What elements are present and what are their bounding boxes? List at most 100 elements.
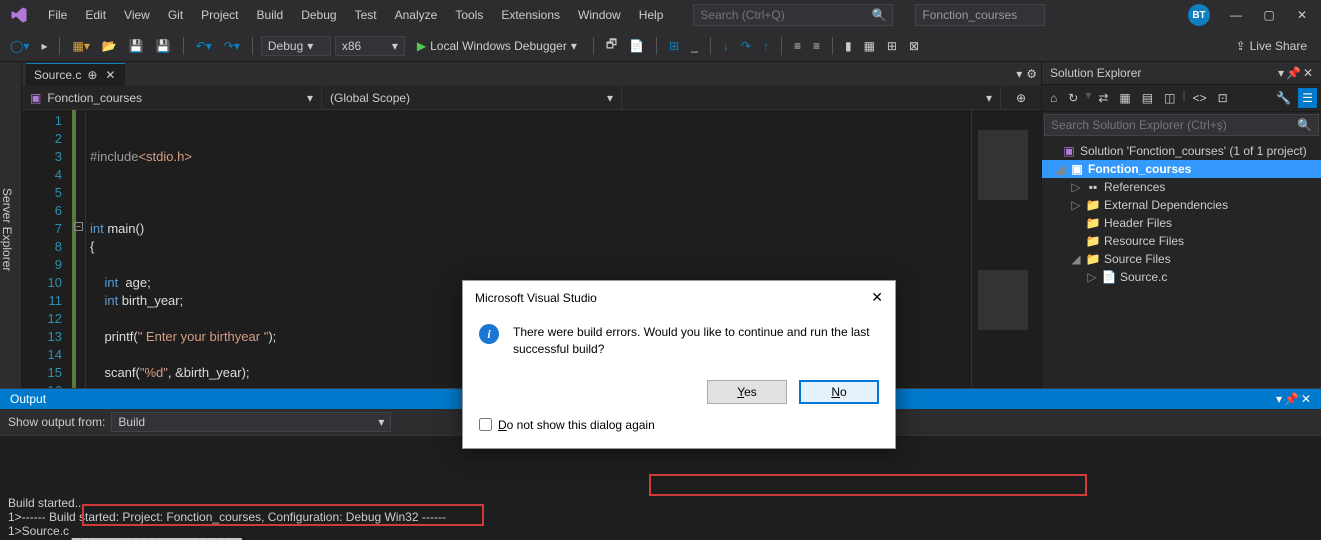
- panel-pin-button[interactable]: 📌: [1286, 66, 1301, 80]
- tb-icon-c[interactable]: ▮: [841, 36, 856, 56]
- solution-search[interactable]: 🔍: [1044, 114, 1319, 136]
- tree-resource-files[interactable]: 📁 Resource Files: [1042, 232, 1321, 250]
- folder-icon: 📁: [1086, 252, 1100, 266]
- close-tab-button[interactable]: ✕: [103, 68, 117, 82]
- dialog-yes-button[interactable]: Yes: [707, 380, 787, 404]
- output-text[interactable]: Build started...1>------ Build started: …: [0, 436, 1321, 540]
- menu-tools[interactable]: Tools: [447, 4, 491, 26]
- live-share-button[interactable]: ⇪ Live Share: [1228, 36, 1315, 56]
- pin-icon[interactable]: ⊕: [87, 68, 97, 82]
- project-icon: ▣: [30, 91, 41, 105]
- menu-extensions[interactable]: Extensions: [493, 4, 568, 26]
- server-explorer-tab[interactable]: Server Explorer: [0, 62, 22, 388]
- expand-icon[interactable]: ▷: [1086, 270, 1098, 284]
- tree-references[interactable]: ▷▪▪ References: [1042, 178, 1321, 196]
- panel-menu-button[interactable]: ▾: [1278, 66, 1284, 80]
- tb-icon-e[interactable]: ⊞: [883, 36, 901, 56]
- dialog-close-button[interactable]: ✕: [871, 289, 883, 306]
- expand-icon[interactable]: ◢: [1054, 162, 1066, 176]
- sol-tb-d[interactable]: <>: [1189, 88, 1211, 108]
- user-avatar[interactable]: BT: [1188, 4, 1210, 26]
- start-debug-button[interactable]: ▶ Local Windows Debugger ▾: [409, 36, 585, 56]
- tb-icon-f[interactable]: ⊠: [905, 36, 923, 56]
- sol-tb-c[interactable]: ◫: [1160, 88, 1179, 108]
- menu-project[interactable]: Project: [193, 4, 246, 26]
- menu-git[interactable]: Git: [160, 4, 191, 26]
- tb-icon-a[interactable]: ≡: [790, 36, 805, 56]
- file-tab-source-c[interactable]: Source.c ⊕ ✕: [26, 63, 125, 86]
- solution-name-box[interactable]: Fonction_courses: [915, 4, 1045, 26]
- undo-button[interactable]: ↶▾: [192, 36, 216, 56]
- tree-solution-root[interactable]: ▣ Solution 'Fonction_courses' (1 of 1 pr…: [1042, 142, 1321, 160]
- sol-tb-e[interactable]: ⊡: [1214, 88, 1232, 108]
- output-close-button[interactable]: ✕: [1301, 392, 1311, 406]
- output-source-dropdown[interactable]: Build▾: [111, 412, 391, 432]
- sol-tb-b[interactable]: ▤: [1138, 88, 1157, 108]
- tb-icon-1[interactable]: 🗗: [602, 32, 621, 59]
- info-icon: i: [479, 324, 499, 344]
- step-into-button[interactable]: ↓: [719, 36, 733, 56]
- new-project-button[interactable]: ▦▾: [68, 36, 93, 56]
- dialog-no-button[interactable]: No: [799, 380, 879, 404]
- open-file-button[interactable]: 📂: [98, 36, 121, 56]
- split-view-button[interactable]: ⊕: [1016, 91, 1026, 105]
- search-icon: 🔍: [1297, 118, 1312, 132]
- config-dropdown[interactable]: Debug▾: [261, 36, 331, 56]
- step-over-button[interactable]: ↷: [737, 36, 755, 56]
- sol-tb-a[interactable]: ▦: [1115, 88, 1134, 108]
- tree-source-files[interactable]: ◢📁 Source Files: [1042, 250, 1321, 268]
- maximize-button[interactable]: ▢: [1260, 6, 1278, 24]
- tb-icon-4[interactable]: _: [687, 36, 702, 56]
- menu-analyze[interactable]: Analyze: [387, 4, 446, 26]
- expand-icon[interactable]: ◢: [1070, 252, 1082, 266]
- save-all-button[interactable]: 💾: [152, 36, 175, 56]
- output-menu-button[interactable]: ▾: [1276, 392, 1282, 406]
- tree-ext-deps[interactable]: ▷📁 External Dependencies: [1042, 196, 1321, 214]
- solution-explorer: Solution Explorer ▾ 📌 ✕ ⌂ ↻ ▾ ⇄ ▦ ▤ ◫ | …: [1041, 62, 1321, 388]
- global-search-input[interactable]: [700, 8, 871, 22]
- minimap[interactable]: [971, 110, 1041, 388]
- tb-icon-b[interactable]: ≡: [809, 36, 824, 56]
- context-scope-dropdown[interactable]: (Global Scope) ▾: [322, 86, 622, 109]
- tree-header-files[interactable]: 📁 Header Files: [1042, 214, 1321, 232]
- sol-sync-button[interactable]: ⇄: [1094, 88, 1112, 108]
- menu-view[interactable]: View: [116, 4, 158, 26]
- save-button[interactable]: 💾: [125, 36, 148, 56]
- context-member-dropdown[interactable]: ▾: [622, 86, 1001, 109]
- minimize-button[interactable]: —: [1227, 6, 1245, 24]
- context-project-dropdown[interactable]: ▣ Fonction_courses ▾: [22, 86, 322, 109]
- sol-home-button[interactable]: ⌂: [1046, 88, 1061, 108]
- nav-back-button[interactable]: ◯▾: [6, 36, 33, 56]
- sol-properties-button[interactable]: 🔧: [1272, 88, 1295, 108]
- expand-icon[interactable]: ▷: [1070, 198, 1082, 212]
- solution-search-input[interactable]: [1051, 118, 1297, 132]
- fold-button[interactable]: −: [74, 222, 83, 231]
- step-out-button[interactable]: ↑: [759, 36, 773, 56]
- close-window-button[interactable]: ✕: [1293, 6, 1311, 24]
- sol-refresh-button[interactable]: ↻: [1064, 88, 1082, 108]
- menu-debug[interactable]: Debug: [293, 4, 344, 26]
- expand-icon[interactable]: ▷: [1070, 180, 1082, 194]
- menu-window[interactable]: Window: [570, 4, 629, 26]
- global-search[interactable]: 🔍: [693, 4, 893, 26]
- menu-help[interactable]: Help: [631, 4, 672, 26]
- dont-show-checkbox[interactable]: [479, 418, 492, 431]
- redo-button[interactable]: ↷▾: [220, 36, 244, 56]
- tb-icon-2[interactable]: 📄: [625, 36, 648, 56]
- menu-test[interactable]: Test: [347, 4, 385, 26]
- platform-dropdown[interactable]: x86▾: [335, 36, 405, 56]
- tree-project[interactable]: ◢▣ Fonction_courses: [1042, 160, 1321, 178]
- menu-build[interactable]: Build: [249, 4, 292, 26]
- menu-file[interactable]: File: [40, 4, 75, 26]
- tb-icon-d[interactable]: ▦: [860, 36, 879, 56]
- panel-close-button[interactable]: ✕: [1303, 66, 1313, 80]
- menu-edit[interactable]: Edit: [77, 4, 114, 26]
- tb-icon-3[interactable]: ⊞: [665, 36, 683, 56]
- sol-filter-button[interactable]: ☰: [1298, 88, 1317, 108]
- share-icon: ⇪: [1236, 39, 1246, 53]
- tab-dropdown-button[interactable]: ▾: [1016, 67, 1022, 81]
- output-pin-button[interactable]: 📌: [1284, 392, 1299, 406]
- nav-fwd-button[interactable]: ▸: [37, 36, 51, 56]
- tree-source-c[interactable]: ▷📄 Source.c: [1042, 268, 1321, 286]
- tab-settings-icon[interactable]: ⚙: [1026, 67, 1037, 81]
